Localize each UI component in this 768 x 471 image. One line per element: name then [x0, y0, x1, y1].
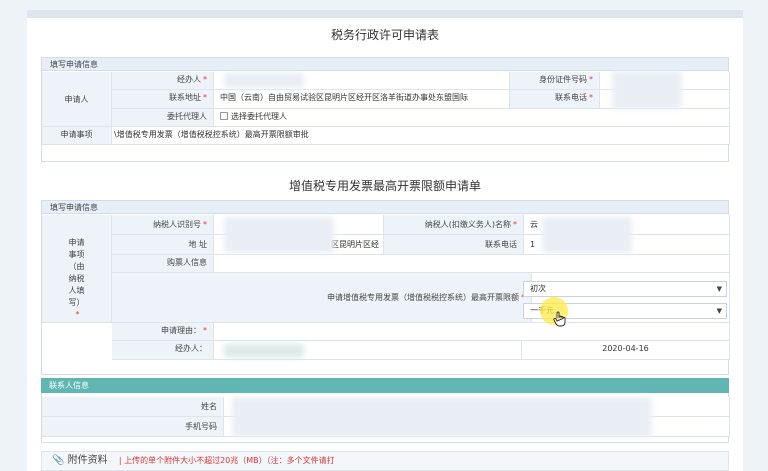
redaction-mask [542, 217, 632, 253]
attachment-title: 附件资料 [67, 455, 108, 466]
contact-phone-label: 手机号码 [42, 417, 224, 437]
address-input[interactable]: 中国（云南）自由贸易试验区昆明片区经开区洛羊街道办事处东盟国际 [214, 90, 510, 109]
attachment-bar: 📎 附件资料 | 上传的单个附件大小不超过20兆（MB）（注：多个文件请打 [41, 451, 729, 471]
top-bar [27, 10, 743, 18]
contact-section-header: 联系人信息 [41, 378, 729, 393]
form1-section: 填写申请信息 申请人 经办人 * 身份证件号码 * 联系地址 * 中国（云南）自由贸易… [41, 57, 730, 162]
id-label: 身份证件号码 * [510, 72, 600, 90]
phone2-label: 联系电话 [384, 235, 524, 255]
handler-label: 经办人 * [112, 72, 214, 90]
attachment-notice: | 上传的单个附件大小不超过20兆（MB）（注：多个文件请打 [118, 456, 335, 465]
phone-label: 联系电话 * [510, 90, 600, 109]
form1-section-header: 填写申请信息 [42, 58, 728, 71]
redaction-mask [224, 73, 304, 88]
item-value: \增值税专用发票（增值税税控系统）最高开票限额审批 [112, 127, 730, 145]
applicant-label: 申请人 [42, 72, 112, 127]
reason-input[interactable] [214, 323, 730, 341]
agent-checkbox[interactable] [220, 112, 228, 120]
redaction-mask [612, 71, 682, 109]
taxpayer-name-label: 纳税人(扣缴义务人)名称 * [384, 215, 524, 235]
caret-down-icon: ▼ [716, 307, 722, 315]
redaction-mask [224, 217, 334, 253]
taxpayer-id-label: 纳税人识别号 * [112, 215, 214, 235]
item-label: 申请事项 [42, 127, 112, 145]
contact-name-label: 姓名 [42, 397, 224, 417]
address2-label: 地 址 [112, 235, 214, 255]
contact-section: 姓名 手机号码 [41, 393, 730, 443]
date-value: 2020-04-16 [522, 341, 730, 360]
agent-row: 选择委托代理人 [214, 109, 730, 127]
limit-label: 申请增值税专用发票（增值税税控系统）最高开票限额 * [112, 273, 532, 323]
side-label: 申请事项（由纳税人填写） * [42, 215, 112, 323]
form2-title: 增值税专用发票最高开票限额申请单 [288, 179, 481, 193]
paperclip-icon: 📎 [52, 455, 65, 466]
redaction-mask [232, 397, 652, 437]
form1-title: 税务行政许可申请表 [330, 28, 439, 42]
redaction-mask [224, 344, 304, 358]
application-page: 税务行政许可申请表 填写申请信息 申请人 经办人 * 身份证件号码 * 联系地址 * … [27, 10, 743, 471]
caret-down-icon: ▼ [716, 285, 722, 293]
hand-cursor-icon [553, 311, 566, 327]
apply-type-select[interactable]: 初次 ▼ [523, 281, 727, 297]
reason-label: 申请理由： * [112, 323, 214, 341]
agent-checkbox-label: 选择委托代理人 [231, 112, 287, 121]
form2-section-header: 填写申请信息 [42, 201, 728, 214]
buyer-label: 购票人信息 [112, 255, 214, 273]
handler2-label: 经办人： [112, 341, 214, 360]
buyer-info [214, 255, 730, 273]
address-label: 联系地址 * [112, 90, 214, 109]
agent-label: 委托代理人 [112, 109, 214, 127]
